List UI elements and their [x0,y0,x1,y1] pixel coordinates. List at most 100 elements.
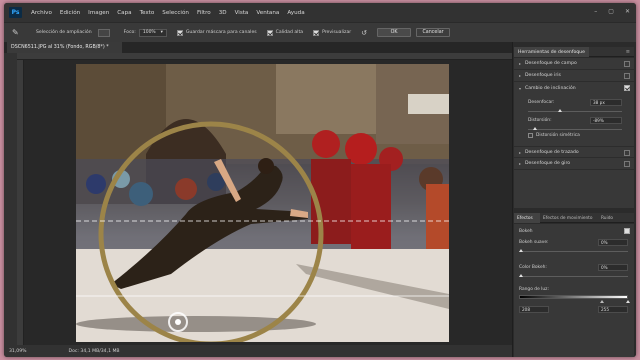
blur-tools-tab[interactable]: Herramientas de desenfoque [514,47,589,57]
distortion-slider-thumb[interactable] [533,127,537,130]
photo-canvas[interactable] [76,64,449,342]
symmetric-distortion-label: Distorsión simétrica [536,133,580,138]
distortion-slider-track[interactable] [528,129,622,130]
high-quality-label: Calidad alta [275,30,304,35]
blur-slider-thumb[interactable] [558,109,562,112]
blur-item-label: Desenfoque de giro [525,161,571,166]
save-mask-checkbox[interactable] [176,29,183,36]
blur-amount-field[interactable]: 38 px [590,99,622,106]
menu-ayuda[interactable]: Ayuda [287,10,304,16]
doc-size-info: Doc: 34,1 MB/34,1 MB [68,348,120,354]
focus-value: 100% [142,30,156,35]
chevron-right-icon: ▸ [519,73,522,78]
menu-filtro[interactable]: Filtro [197,10,211,16]
blur-item-label: Cambio de inclinación [525,85,576,91]
photo-image [76,64,449,342]
tab-noise[interactable]: Ruido [598,213,618,223]
menu-capa[interactable]: Capa [117,10,131,16]
chevron-down-icon: ▾ [160,30,163,35]
menu-vista[interactable]: Vista [235,10,249,16]
bokeh-checkbox[interactable] [624,228,630,234]
light-range-gradient [519,295,628,299]
ruler-top [17,53,512,60]
color-bokeh-value: 0% [601,265,608,270]
menu-bar: Ps Archivo Edición Imagen Capa Texto Sel… [4,3,636,22]
zoom-readout[interactable]: 31,09% [9,349,27,354]
tab-motion-effects[interactable]: Efectos de movimiento [540,213,598,223]
blur-amount-label: Desenfocar: [528,100,555,105]
light-bokeh-field[interactable]: 0% [598,239,628,246]
selection-label: Selección de ampliación [36,30,92,35]
iris-blur-checkbox[interactable] [624,73,630,79]
light-bokeh-value: 0% [601,240,608,245]
effects-panel: Bokeh Bokeh suave: 0% Color Bokeh: 0% Ra… [514,224,634,357]
blur-tool-icon[interactable]: ✎ [12,28,22,38]
blur-item-spin[interactable]: ▸ Desenfoque de giro [514,158,634,170]
light-bokeh-slider-track[interactable] [519,251,628,252]
effects-panel-header: Efectos Efectos de movimiento Ruido [514,213,634,223]
tilt-shift-checkbox[interactable] [624,85,630,91]
menu-edicion[interactable]: Edición [60,10,80,16]
blur-item-iris[interactable]: ▸ Desenfoque iris [514,70,634,82]
color-bokeh-slider-track[interactable] [519,276,628,277]
save-mask-label: Guardar máscara para canales [185,30,257,35]
light-range-min-field[interactable]: 208 [519,306,549,313]
selection-mode-button[interactable] [97,28,110,37]
light-range-label: Rango de luz: [519,287,549,292]
chevron-right-icon: ▸ [519,149,522,155]
light-range-min-thumb[interactable] [600,300,604,303]
menu-imagen[interactable]: Imagen [88,10,109,16]
minimize-icon[interactable]: – [594,8,597,15]
light-bokeh-slider-thumb[interactable] [519,249,523,252]
tool-strip [4,53,17,345]
tab-effects[interactable]: Efectos [514,213,540,223]
light-bokeh-label: Bokeh suave: [519,240,549,245]
menu-seleccion[interactable]: Selección [162,10,189,16]
blur-item-label: Desenfoque de campo [525,61,577,66]
path-blur-checkbox[interactable] [624,150,630,156]
chevron-right-icon: ▸ [519,61,522,66]
document-tab[interactable]: DSCN6511.JPG al 31% (Fondo, RGB/8*) * [7,42,122,53]
status-bar: 31,09% Doc: 34,1 MB/34,1 MB [4,345,512,357]
blur-item-field[interactable]: ▸ Desenfoque de campo [514,58,634,70]
blur-item-path[interactable]: ▸ Desenfoque de trazado [514,146,634,158]
color-bokeh-field[interactable]: 0% [598,264,628,271]
focus-select[interactable]: 100% ▾ [138,28,167,37]
distortion-value: -89% [593,118,604,123]
blur-slider-track[interactable] [528,111,622,112]
bokeh-label: Bokeh [519,229,533,234]
blur-tools-panel: ▸ Desenfoque de campo ▸ Desenfoque iris … [514,58,634,208]
preview-label: Previsualizar [322,30,352,35]
menu-ventana[interactable]: Ventana [256,10,279,16]
focus-label: Foco: [123,30,136,35]
panel-menu-icon[interactable]: ≡ [626,49,630,55]
menu-3d[interactable]: 3D [219,10,227,16]
photoshop-logo: Ps [9,7,22,18]
field-blur-checkbox[interactable] [624,61,630,67]
cancel-button[interactable]: Cancelar [416,28,451,37]
window-controls: – ▢ ✕ [594,8,630,15]
close-icon[interactable]: ✕ [625,8,630,15]
menu-archivo[interactable]: Archivo [31,10,52,16]
distortion-label: Distorsión: [528,118,552,123]
ruler-left [17,60,24,345]
high-quality-checkbox[interactable] [266,29,273,36]
blur-amount-value: 38 px [593,100,605,105]
distortion-field[interactable]: -89% [590,117,622,124]
preview-checkbox[interactable] [313,29,320,36]
document-tab-row: DSCN6511.JPG al 31% (Fondo, RGB/8*) * [4,42,512,53]
chevron-down-icon: ▾ [519,85,522,91]
light-range-max-field[interactable]: 255 [598,306,628,313]
ok-button[interactable]: OK [377,28,412,37]
blur-tools-panel-header: Herramientas de desenfoque ≡ [514,47,634,57]
blur-item-label: Desenfoque de trazado [525,149,579,155]
light-range-max-thumb[interactable] [626,300,630,303]
color-bokeh-slider-thumb[interactable] [519,274,523,277]
blur-item-tilt-shift[interactable]: ▾ Cambio de inclinación [514,82,634,94]
symmetric-distortion-checkbox[interactable] [528,133,533,138]
maximize-icon[interactable]: ▢ [608,8,614,15]
spin-blur-checkbox[interactable] [624,161,630,167]
reset-icon[interactable]: ↺ [361,29,367,37]
menu-texto[interactable]: Texto [140,10,155,16]
color-bokeh-label: Color Bokeh: [519,265,547,270]
